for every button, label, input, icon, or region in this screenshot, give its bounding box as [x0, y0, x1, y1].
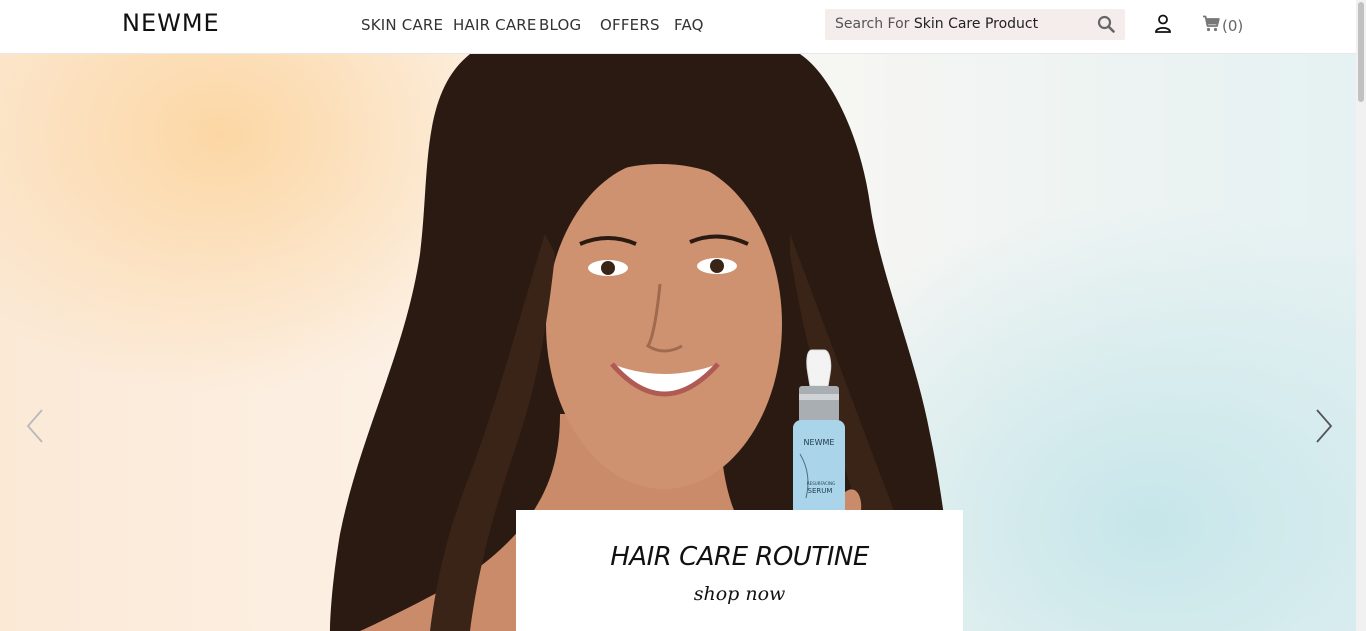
bottle-subtitle: RESURFACING [807, 481, 835, 486]
shop-now-link[interactable]: shop now [516, 583, 963, 605]
chevron-right-icon [1316, 409, 1333, 443]
hero-caption-title: HAIR CARE ROUTINE [610, 542, 869, 572]
nav-blog[interactable]: BLOG [539, 16, 581, 34]
site-header: NEWME SKIN CARE HAIR CARE BLOG OFFERS FA… [0, 0, 1356, 54]
bottle-name: SERUM [808, 487, 833, 495]
search-icon[interactable] [1097, 15, 1115, 38]
chevron-left-icon [26, 409, 43, 443]
cart-button[interactable]: (0) [1202, 15, 1243, 37]
cart-icon [1202, 15, 1220, 37]
brand-logo[interactable]: NEWME [122, 9, 220, 37]
bottle-brand: NEWME [804, 438, 835, 447]
hero-carousel[interactable]: NEWME RESURFACING SERUM HAIR CARE ROUTIN… [0, 54, 1356, 631]
hero-caption: HAIR CARE ROUTINE shop now [516, 510, 963, 631]
carousel-prev-button[interactable] [20, 404, 50, 448]
cart-count: (0) [1222, 17, 1244, 35]
search-placeholder: Search For Skin Care Product [835, 16, 1039, 32]
nav-faq[interactable]: FAQ [674, 16, 704, 34]
scrollbar-thumb[interactable] [1358, 2, 1364, 102]
user-icon[interactable] [1154, 14, 1172, 39]
nav-hair-care[interactable]: HAIR CARE [453, 16, 537, 34]
carousel-next-button[interactable] [1309, 404, 1339, 448]
nav-skin-care[interactable]: SKIN CARE [361, 16, 443, 34]
nav-offers[interactable]: OFFERS [600, 16, 660, 34]
search-input[interactable]: Search For Skin Care Product [825, 9, 1125, 40]
page-scrollbar[interactable] [1356, 0, 1366, 631]
